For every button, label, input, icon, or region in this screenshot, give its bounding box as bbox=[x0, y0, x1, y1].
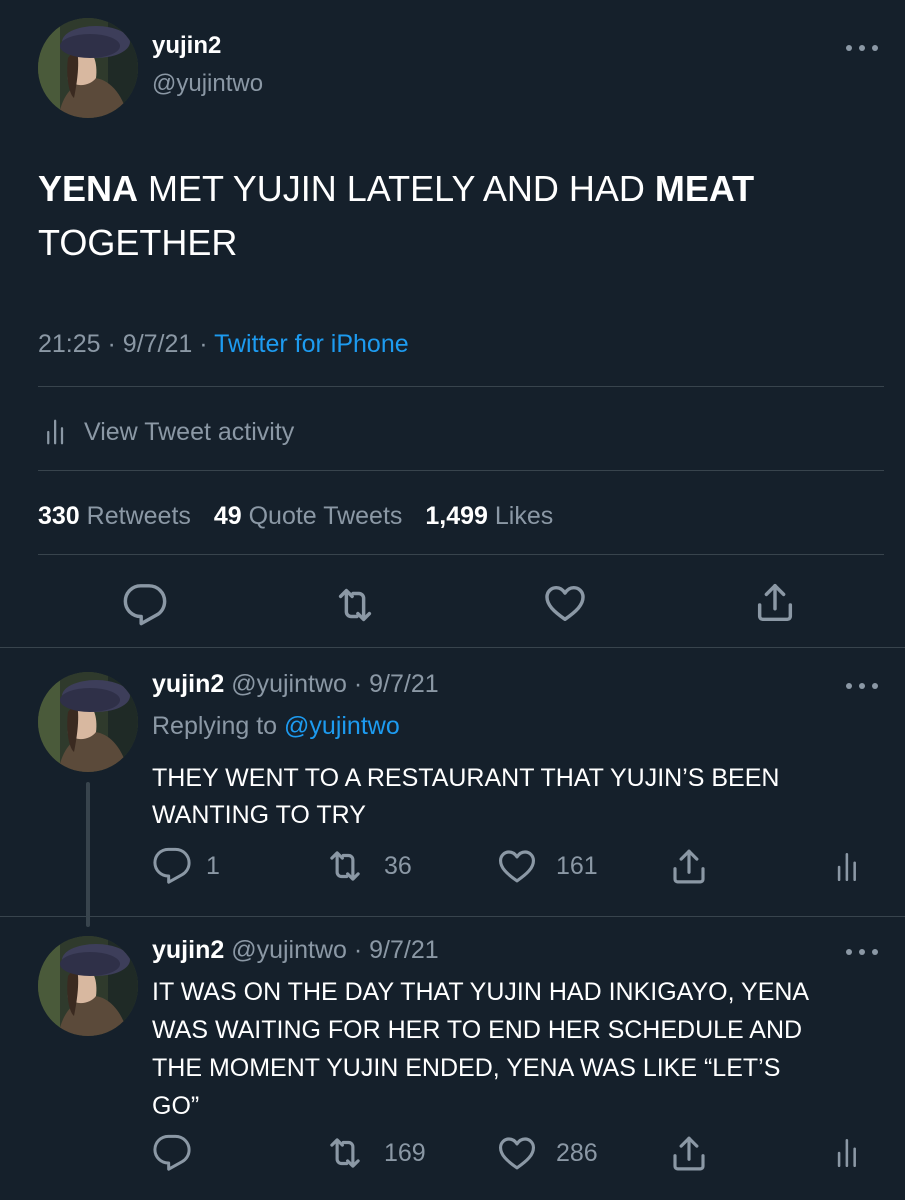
meta-separator: · bbox=[107, 330, 116, 358]
avatar-image bbox=[38, 672, 138, 772]
divider bbox=[0, 647, 905, 648]
like-count: 161 bbox=[556, 851, 598, 880]
like-icon bbox=[496, 1132, 538, 1174]
reply-header: yujin2 @yujintwo · 9/7/21 bbox=[152, 670, 439, 699]
divider bbox=[0, 916, 905, 917]
reply-icon[interactable] bbox=[122, 582, 168, 628]
reply-header: yujin2 @yujintwo · 9/7/21 bbox=[152, 936, 439, 965]
retweet-button[interactable]: 169 bbox=[324, 1133, 426, 1173]
like-button[interactable]: 286 bbox=[496, 1133, 598, 1173]
like-button[interactable]: 161 bbox=[496, 846, 598, 886]
quotes-count: 49 bbox=[213, 502, 242, 530]
reply-text: IT WAS ON THE DAY THAT YUJIN HAD INKIGAY… bbox=[152, 973, 892, 1125]
activity-icon[interactable] bbox=[832, 1134, 866, 1172]
likes-stat[interactable]: 1,499 Likes bbox=[425, 502, 553, 530]
replying-to-label: Replying to bbox=[152, 712, 278, 740]
more-icon[interactable] bbox=[844, 680, 880, 692]
reply-icon bbox=[152, 846, 192, 886]
author-display-name[interactable]: yujin2 bbox=[152, 32, 221, 60]
retweets-label: Retweets bbox=[86, 502, 191, 530]
author-handle[interactable]: @yujintwo bbox=[152, 70, 263, 98]
tweet-text-segment: MET YUJIN LATELY AND HAD bbox=[138, 168, 655, 209]
retweet-icon[interactable] bbox=[332, 582, 378, 628]
engagement-stats: 330 Retweets 49 Quote Tweets 1,499 Likes bbox=[38, 502, 553, 531]
reply-avatar[interactable] bbox=[38, 936, 138, 1036]
meta-separator: · bbox=[199, 330, 208, 358]
tweet-meta: 21:25 · 9/7/21 · Twitter for iPhone bbox=[38, 330, 409, 359]
view-activity-button[interactable]: View Tweet activity bbox=[38, 412, 294, 452]
more-icon[interactable] bbox=[844, 946, 880, 958]
reply-text-line: THE MOMENT YUJIN ENDED, YENA WAS LIKE “L… bbox=[152, 1054, 781, 1082]
replying-to-handle[interactable]: @yujintwo bbox=[284, 712, 400, 740]
quotes-label: Quote Tweets bbox=[248, 502, 403, 530]
retweet-icon bbox=[324, 1132, 366, 1174]
retweet-count: 36 bbox=[384, 851, 412, 880]
likes-count: 1,499 bbox=[425, 502, 488, 530]
activity-icon bbox=[42, 417, 72, 447]
likes-label: Likes bbox=[494, 502, 554, 530]
share-icon[interactable] bbox=[668, 846, 710, 888]
retweets-count: 330 bbox=[38, 502, 80, 530]
divider bbox=[38, 470, 884, 471]
divider bbox=[38, 386, 884, 387]
reply-text-line: WANTING TO TRY bbox=[152, 801, 366, 829]
activity-icon[interactable] bbox=[832, 848, 866, 886]
reply-text: THEY WENT TO A RESTAURANT THAT YUJIN’S B… bbox=[152, 760, 892, 834]
tweet-date[interactable]: 9/7/21 bbox=[123, 330, 193, 358]
tweet-text-bold: YENA bbox=[38, 168, 139, 209]
share-icon[interactable] bbox=[668, 1133, 710, 1175]
reply-button[interactable]: 1 bbox=[152, 846, 220, 886]
like-icon bbox=[496, 845, 538, 887]
reply-icon[interactable] bbox=[152, 1133, 192, 1173]
tweet-text: YENA MET YUJIN LATELY AND HAD MEAT TOGET… bbox=[38, 162, 878, 270]
divider bbox=[38, 554, 884, 555]
tweet-text-segment: TOGETHER bbox=[38, 222, 238, 263]
tweet-text-bold: MEAT bbox=[654, 168, 755, 209]
quotes-stat[interactable]: 49 Quote Tweets bbox=[214, 502, 403, 530]
tweet-source[interactable]: Twitter for iPhone bbox=[214, 330, 409, 358]
reply-text-line: IT WAS ON THE DAY THAT YUJIN HAD INKIGAY… bbox=[152, 978, 810, 1006]
avatar[interactable] bbox=[38, 18, 138, 118]
like-count: 286 bbox=[556, 1138, 598, 1167]
retweets-stat[interactable]: 330 Retweets bbox=[38, 502, 191, 530]
thread-line bbox=[86, 782, 90, 927]
reply-meta[interactable]: @yujintwo · 9/7/21 bbox=[231, 670, 438, 698]
reply-count: 1 bbox=[206, 851, 220, 880]
reply-avatar[interactable] bbox=[38, 672, 138, 772]
tweet-time: 21:25 bbox=[38, 330, 101, 358]
retweet-count: 169 bbox=[384, 1138, 426, 1167]
reply-meta[interactable]: @yujintwo · 9/7/21 bbox=[231, 936, 438, 964]
share-icon[interactable] bbox=[752, 580, 798, 626]
reply-display-name[interactable]: yujin2 bbox=[152, 936, 224, 964]
more-icon[interactable] bbox=[844, 42, 880, 54]
avatar-image bbox=[38, 18, 138, 118]
retweet-icon bbox=[324, 845, 366, 887]
reply-display-name[interactable]: yujin2 bbox=[152, 670, 224, 698]
like-icon[interactable] bbox=[542, 580, 588, 626]
view-activity-label: View Tweet activity bbox=[84, 417, 295, 446]
replying-to: Replying to @yujintwo bbox=[152, 712, 400, 741]
avatar-image bbox=[38, 936, 138, 1036]
reply-text-line: WAS WAITING FOR HER TO END HER SCHEDULE … bbox=[152, 1016, 803, 1044]
reply-text-line: GO” bbox=[152, 1092, 200, 1120]
reply-text-line: THEY WENT TO A RESTAURANT THAT YUJIN’S B… bbox=[152, 764, 780, 792]
retweet-button[interactable]: 36 bbox=[324, 846, 412, 886]
